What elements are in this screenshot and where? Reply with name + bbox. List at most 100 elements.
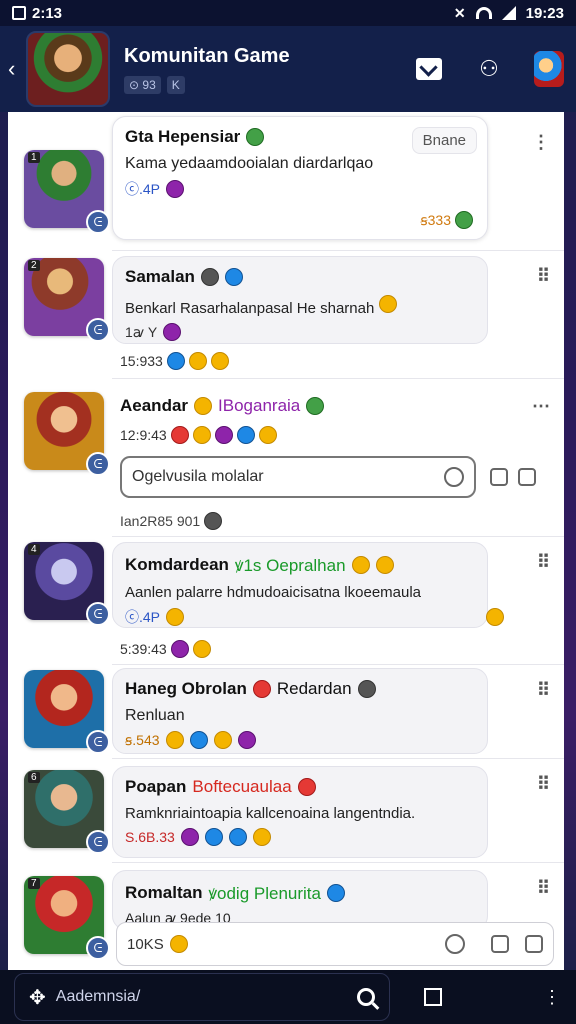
mute-icon: ✕ bbox=[453, 4, 466, 21]
emoji-icon bbox=[213, 731, 232, 749]
attach-icon[interactable] bbox=[491, 935, 509, 953]
emoji-icon bbox=[192, 640, 211, 658]
divider bbox=[112, 664, 564, 665]
thread-meta: ⓒ.4P bbox=[125, 609, 161, 625]
assistant-icon[interactable]: ✥ bbox=[29, 985, 46, 1010]
message-card[interactable]: Poapan Boftecuaulaa Ramknriaintoapia kal… bbox=[112, 766, 488, 858]
user-avatar[interactable]: 6 ᕮ bbox=[24, 770, 110, 854]
user-avatar[interactable]: ᕮ bbox=[24, 392, 110, 476]
recents-icon[interactable] bbox=[424, 988, 442, 1006]
thread-author: Aeandar bbox=[120, 396, 189, 415]
emoji-icon bbox=[378, 295, 397, 313]
members-button[interactable]: ⚇ bbox=[474, 54, 504, 84]
more-options-icon[interactable]: ⠿ bbox=[537, 552, 550, 573]
wifi-icon bbox=[475, 7, 492, 19]
emoji-picker-icon[interactable] bbox=[444, 467, 464, 487]
message-composer[interactable]: 10KS bbox=[116, 922, 554, 966]
thread-author: Poapan bbox=[125, 777, 187, 796]
search-bar[interactable]: ✥ Aademnsia/ bbox=[14, 973, 390, 1021]
attach-icon[interactable] bbox=[490, 468, 508, 486]
thread-subtitle: ꝟodig Plenurita bbox=[208, 884, 321, 903]
emoji-icon bbox=[214, 426, 233, 444]
back-icon[interactable]: ‹ bbox=[8, 56, 22, 82]
emoji-icon bbox=[204, 828, 223, 846]
thread-message: Benkarl Rasarhalanpasal He sharnah bbox=[125, 300, 375, 317]
emoji-icon bbox=[165, 731, 184, 749]
thread-message: Kama yedaamdooialan diardarlqao bbox=[125, 155, 374, 172]
message-card[interactable]: Samalan Benkarl Rasarhalanpasal He sharn… bbox=[112, 256, 488, 344]
user-avatar[interactable]: 1 ᕮ bbox=[24, 150, 110, 234]
search-input[interactable]: Aademnsia/ bbox=[56, 988, 141, 1006]
divider bbox=[112, 758, 564, 759]
thread-points: ꞩ333 bbox=[420, 211, 451, 228]
profile-avatar bbox=[534, 51, 564, 87]
thread-author: Gta Hepensiar bbox=[125, 127, 241, 146]
emoji-icon bbox=[189, 731, 208, 749]
more-options-icon[interactable]: ⠿ bbox=[537, 680, 550, 701]
reaction-icon[interactable] bbox=[486, 608, 504, 626]
page-title: Komunitan Game bbox=[124, 44, 290, 67]
more-options-icon[interactable]: ⠿ bbox=[537, 266, 550, 287]
reply-time: Ian2R85 901 bbox=[120, 513, 201, 529]
share-icon[interactable]: ⋮ bbox=[542, 987, 562, 1007]
thread-meta: 1ꜹ Y bbox=[125, 323, 158, 340]
search-icon[interactable] bbox=[357, 988, 375, 1006]
rank-badge: 7 bbox=[28, 878, 40, 889]
emoji-icon bbox=[258, 426, 277, 444]
emoji-icon bbox=[204, 512, 223, 530]
thread-message: Aanlen palarre hdmudoaicisatna lkoeemaul… bbox=[125, 584, 422, 601]
thread-author: Samalan bbox=[125, 267, 195, 286]
more-options-icon[interactable]: ⋯ bbox=[532, 396, 550, 417]
user-avatar[interactable]: 2 ᕮ bbox=[24, 258, 110, 342]
message-card[interactable]: Romaltan ꝟodig Plenurita Aalun ꜹ 9ede 10 bbox=[112, 870, 488, 930]
emoji-icon bbox=[170, 426, 189, 444]
emoji-icon bbox=[455, 211, 473, 229]
online-badge-icon: ᕮ bbox=[86, 318, 110, 342]
emoji-icon bbox=[252, 680, 271, 698]
message-card[interactable]: Gta Hepensiar Kama yedaamdooialan diarda… bbox=[112, 116, 488, 240]
more-options-icon[interactable]: ⠿ bbox=[537, 774, 550, 795]
reply-input-text: Ogelvusila molalar bbox=[132, 468, 264, 485]
thread-time: 12:9:43 bbox=[120, 427, 167, 443]
user-avatar[interactable]: 4 ᕮ bbox=[24, 542, 110, 626]
thread-time: 15:933 bbox=[120, 353, 163, 369]
user-avatar[interactable]: ᕮ bbox=[24, 670, 110, 754]
emoji-icon bbox=[351, 555, 370, 574]
emoji-icon bbox=[236, 426, 255, 444]
profile-button[interactable] bbox=[534, 51, 564, 87]
emoji-picker-icon[interactable] bbox=[445, 934, 465, 954]
rank-badge: 6 bbox=[28, 772, 40, 783]
more-options-icon[interactable]: ⋮ bbox=[532, 132, 550, 153]
community-avatar[interactable] bbox=[26, 31, 110, 107]
emoji-icon bbox=[188, 352, 207, 370]
divider bbox=[112, 378, 564, 379]
reply-input[interactable]: Ogelvusila molalar bbox=[120, 456, 476, 498]
sticker-icon[interactable] bbox=[169, 935, 188, 953]
thread-subtitle: ꝟ1s Oepralhan bbox=[234, 556, 346, 575]
online-badge-icon: ᕮ bbox=[86, 452, 110, 476]
emoji-icon bbox=[163, 323, 182, 341]
user-avatar[interactable]: 7 ᕮ bbox=[24, 876, 110, 960]
thread-time: 5:39:43 bbox=[120, 641, 167, 657]
message-card[interactable]: Komdardean ꝟ1s Oepralhan Aanlen palarre … bbox=[112, 542, 488, 628]
emoji-icon bbox=[192, 426, 211, 444]
sticker-icon[interactable] bbox=[518, 468, 536, 486]
image-icon[interactable] bbox=[525, 935, 543, 953]
inbox-button[interactable] bbox=[414, 54, 444, 84]
emoji-icon bbox=[170, 640, 189, 658]
thread-list[interactable]: 1 ᕮ Gta Hepensiar Kama yedaamdooialan di… bbox=[8, 112, 564, 970]
message-card[interactable]: Haneg Obrolan Redardan Renluan ꞩ.543 bbox=[112, 668, 488, 754]
more-options-icon[interactable]: ⠿ bbox=[537, 878, 550, 899]
rank-badge: 2 bbox=[28, 260, 40, 271]
member-count-chip: ⊙ 93 bbox=[124, 75, 161, 94]
emoji-icon bbox=[224, 268, 243, 286]
emoji-icon bbox=[297, 778, 316, 796]
app-header: ‹ Komunitan Game ⊙ 93 K ⚇ bbox=[0, 26, 576, 112]
emoji-icon bbox=[194, 397, 213, 415]
thread-meta: ⓒ.4P bbox=[125, 181, 161, 197]
bottom-bar: ✥ Aademnsia/ ⋮ bbox=[0, 970, 576, 1024]
online-badge-icon: ᕮ bbox=[86, 210, 110, 234]
online-badge-icon: ᕮ bbox=[86, 830, 110, 854]
thread-tag[interactable]: Bnane bbox=[411, 127, 477, 154]
composer-text: 10KS bbox=[127, 935, 164, 953]
